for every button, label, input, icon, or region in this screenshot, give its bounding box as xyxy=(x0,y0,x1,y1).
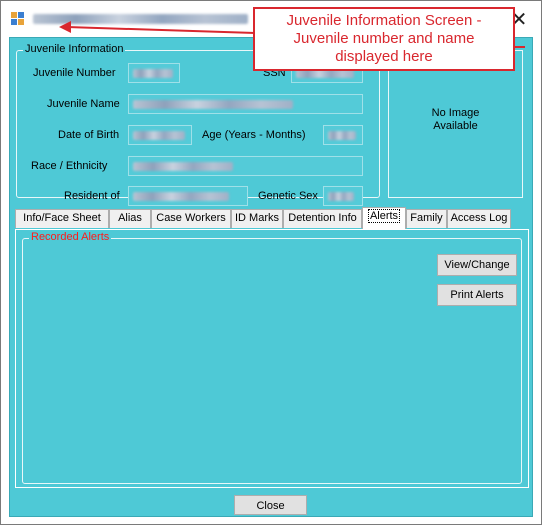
annotation-callout: Juvenile Information Screen - Juvenile n… xyxy=(253,7,515,71)
annotation-arrow xyxy=(59,21,525,48)
juvenile-information-window: ✕ Juvenile Information Juvenile Number S… xyxy=(0,0,542,525)
